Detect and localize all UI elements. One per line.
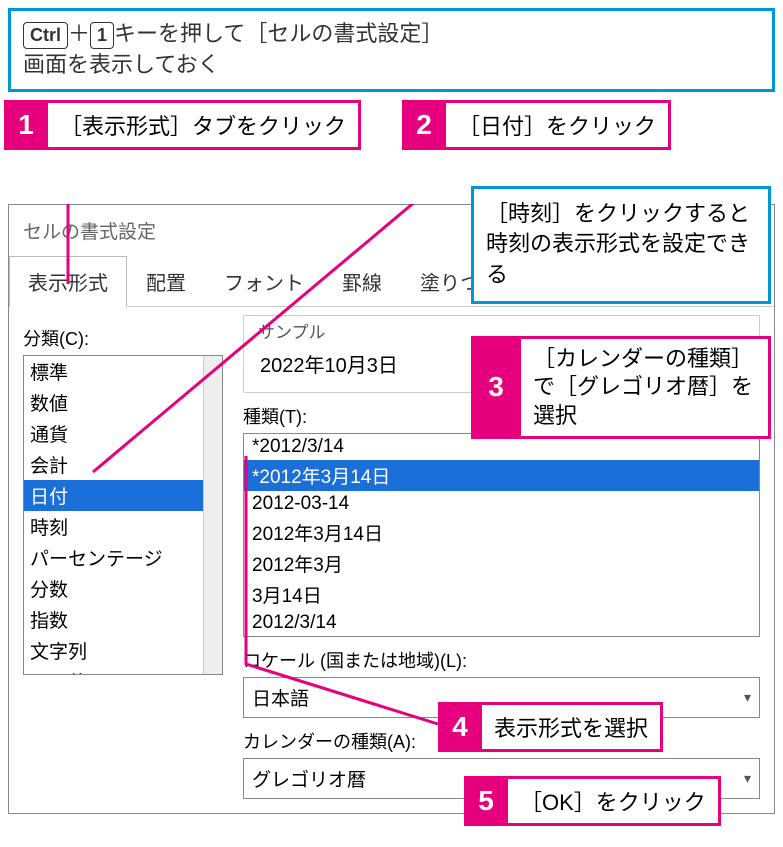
key-1: 1 bbox=[90, 22, 114, 49]
callout-2-text: ［日付］をクリック bbox=[446, 100, 671, 150]
callout-4-num: 4 bbox=[438, 702, 482, 752]
tab-font[interactable]: フォント bbox=[205, 256, 323, 306]
tab-border[interactable]: 罫線 bbox=[323, 256, 401, 306]
callout-4-text: 表示形式を選択 bbox=[482, 702, 663, 752]
category-label: 分類(C): bbox=[23, 325, 223, 351]
tab-number-format[interactable]: 表示形式 bbox=[9, 256, 127, 306]
callout-1: 1 ［表示形式］タブをクリック bbox=[4, 100, 361, 150]
note-time-text: ［時刻］をクリックすると時刻の表示形式を設定できる bbox=[486, 201, 750, 288]
cat-standard[interactable]: 標準 bbox=[24, 356, 222, 387]
callout-5: 5 ［OK］をクリック bbox=[464, 776, 721, 826]
callout-2-num: 2 bbox=[402, 100, 446, 150]
note-time: ［時刻］をクリックすると時刻の表示形式を設定できる bbox=[471, 186, 771, 304]
cat-accounting[interactable]: 会計 bbox=[24, 449, 222, 480]
type-5[interactable]: 3月14日 bbox=[244, 579, 759, 610]
callout-2: 2 ［日付］をクリック bbox=[402, 100, 671, 150]
locale-value: 日本語 bbox=[252, 684, 309, 711]
callout-3-num: 3 bbox=[471, 336, 521, 440]
callout-1-text: ［表示形式］タブをクリック bbox=[48, 100, 361, 150]
type-6[interactable]: 2012/3/14 bbox=[244, 610, 759, 636]
cat-scientific[interactable]: 指数 bbox=[24, 604, 222, 635]
callout-1-num: 1 bbox=[4, 100, 48, 150]
type-4[interactable]: 2012年3月 bbox=[244, 548, 759, 579]
prereq-box: Ctrl＋1キーを押して［セルの書式設定］ 画面を表示しておく bbox=[8, 8, 775, 92]
cat-percent[interactable]: パーセンテージ bbox=[24, 542, 222, 573]
type-2[interactable]: 2012-03-14 bbox=[244, 491, 759, 517]
cat-date[interactable]: 日付 bbox=[24, 480, 222, 511]
tab-alignment[interactable]: 配置 bbox=[127, 256, 205, 306]
calendar-value: グレゴリオ暦 bbox=[252, 765, 366, 792]
callout-5-num: 5 bbox=[464, 776, 508, 826]
callout-3-text: ［カレンダーの種類］で［グレゴリオ暦］を選択 bbox=[521, 336, 771, 440]
cat-text[interactable]: 文字列 bbox=[24, 635, 222, 666]
type-3[interactable]: 2012年3月14日 bbox=[244, 517, 759, 548]
type-listbox[interactable]: *2012/3/14 *2012年3月14日 2012-03-14 2012年3… bbox=[243, 433, 760, 637]
cat-other[interactable]: その他 bbox=[24, 666, 222, 675]
type-1[interactable]: *2012年3月14日 bbox=[244, 460, 759, 491]
cat-number[interactable]: 数値 bbox=[24, 387, 222, 418]
intro-text-1: キーを押して［セルの書式設定］ bbox=[114, 21, 443, 46]
category-listbox[interactable]: 標準 数値 通貨 会計 日付 時刻 パーセンテージ 分数 指数 文字列 その他 … bbox=[23, 355, 223, 675]
intro-text-2: 画面を表示しておく bbox=[23, 52, 220, 77]
sample-label: サンプル bbox=[254, 323, 330, 342]
callout-4: 4 表示形式を選択 bbox=[438, 702, 663, 752]
cat-fraction[interactable]: 分数 bbox=[24, 573, 222, 604]
cat-currency[interactable]: 通貨 bbox=[24, 418, 222, 449]
cat-time[interactable]: 時刻 bbox=[24, 511, 222, 542]
key-ctrl: Ctrl bbox=[23, 22, 68, 49]
locale-label: ロケール (国または地域)(L): bbox=[243, 647, 760, 673]
callout-5-text: ［OK］をクリック bbox=[508, 776, 721, 826]
callout-3: 3 ［カレンダーの種類］で［グレゴリオ暦］を選択 bbox=[471, 336, 771, 440]
plus: ＋ bbox=[68, 21, 90, 46]
